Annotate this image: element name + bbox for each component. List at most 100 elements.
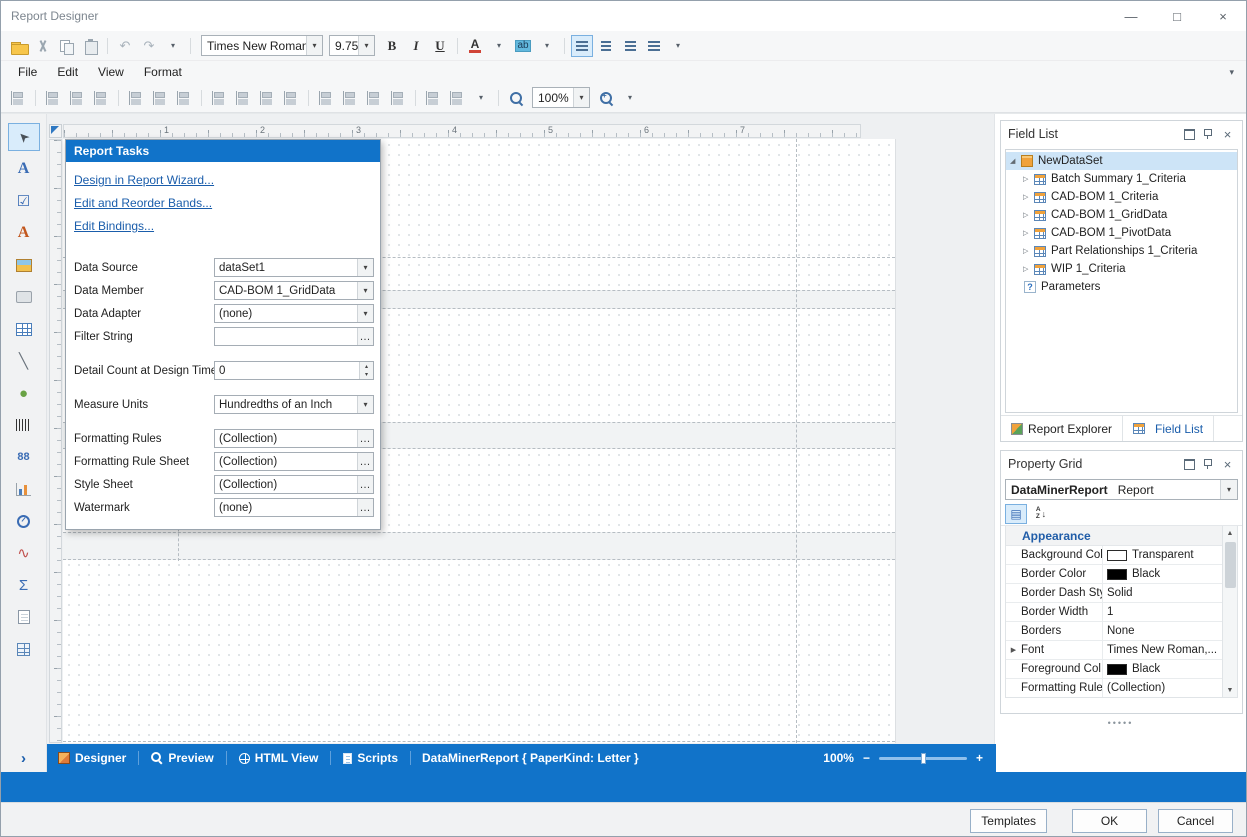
zoom-in-button[interactable]: +	[976, 751, 983, 765]
bring-to-front-button[interactable]	[422, 87, 444, 109]
tree-collapse-icon[interactable]: ◢	[1010, 157, 1021, 165]
expand-icon[interactable]: ▶	[1006, 646, 1021, 654]
chart-tool[interactable]	[8, 475, 40, 503]
chevron-down-icon[interactable]: ▾	[357, 282, 373, 299]
bold-button[interactable]: B	[381, 35, 403, 57]
spin-up-icon[interactable]: ▴	[360, 362, 373, 371]
link-design-in-report-wizard[interactable]: Design in Report Wizard...	[74, 173, 214, 187]
cancel-button[interactable]: Cancel	[1158, 809, 1233, 833]
shape-tool[interactable]: ●	[8, 379, 40, 407]
snap-to-grid-button[interactable]	[7, 87, 29, 109]
float-window-icon[interactable]	[1182, 457, 1197, 472]
separator[interactable]	[107, 38, 108, 54]
line-tool[interactable]: ╲	[8, 347, 40, 375]
align-dropdown[interactable]: ▾	[667, 35, 689, 57]
redo-dropdown[interactable]: ▾	[162, 35, 184, 57]
open-button[interactable]	[7, 35, 29, 57]
prop-foreground-color[interactable]: ▶ Foreground Col Black	[1006, 660, 1222, 679]
maximize-button[interactable]: □	[1154, 1, 1200, 31]
highlight-button[interactable]: ab	[512, 35, 534, 57]
link-edit-bindings[interactable]: Edit Bindings...	[74, 219, 154, 233]
font-color-dropdown[interactable]: ▾	[488, 35, 510, 57]
scroll-down-icon[interactable]: ▼	[1223, 683, 1237, 697]
ellipsis-button[interactable]: …	[357, 430, 373, 447]
categorized-button[interactable]: ▤	[1005, 504, 1027, 524]
same-height-button[interactable]	[256, 87, 278, 109]
vertical-ruler[interactable]	[49, 139, 62, 743]
zoom-button[interactable]	[505, 87, 527, 109]
tab-designer[interactable]: Designer	[49, 744, 135, 772]
checkbox-tool[interactable]: ☑	[8, 187, 40, 215]
chevron-down-icon[interactable]: ▾	[357, 259, 373, 276]
undo-button[interactable]: ↶	[114, 35, 136, 57]
link-edit-and-reorder-bands[interactable]: Edit and Reorder Bands...	[74, 196, 212, 210]
size-to-grid-button[interactable]	[232, 87, 254, 109]
remove-horizontal-spacing-button[interactable]	[387, 87, 409, 109]
prop-borders[interactable]: ▶ Borders None	[1006, 622, 1222, 641]
richtext-tool[interactable]: A	[8, 219, 40, 247]
ok-button[interactable]: OK	[1072, 809, 1147, 833]
table-tool[interactable]	[8, 315, 40, 343]
chevron-down-icon[interactable]: ▾	[357, 396, 373, 413]
panel-resize-gripper[interactable]: •••••	[995, 718, 1246, 728]
separator[interactable]	[498, 90, 499, 106]
menu-view[interactable]: View	[89, 63, 133, 81]
templates-button[interactable]: Templates	[970, 809, 1047, 833]
field-node-batch-summary[interactable]: ▷ Batch Summary 1_Criteria	[1006, 170, 1237, 188]
collapse-strip[interactable]: ›	[1, 744, 47, 772]
zoom-combo[interactable]: 100% ▾	[532, 87, 590, 108]
field-node-part-relationships[interactable]: ▷ Part Relationships 1_Criteria	[1006, 242, 1237, 260]
tab-report-explorer[interactable]: Report Explorer	[1001, 416, 1123, 441]
increase-horizontal-spacing-button[interactable]	[339, 87, 361, 109]
tree-expand-icon[interactable]: ▷	[1023, 247, 1034, 255]
scroll-up-icon[interactable]: ▲	[1223, 526, 1237, 540]
prop-border-dash-style[interactable]: ▶ Border Dash Sty Solid	[1006, 584, 1222, 603]
copy-button[interactable]	[55, 35, 77, 57]
field-node-newdataset[interactable]: ◢ NewDataSet	[1006, 152, 1237, 170]
sparkline-tool[interactable]: ∿	[8, 539, 40, 567]
field-control[interactable]: dataSet1 ▾ … ▴▾	[214, 258, 374, 277]
separator[interactable]	[415, 90, 416, 106]
tab-scripts[interactable]: Scripts	[334, 744, 407, 772]
ellipsis-button[interactable]: …	[357, 476, 373, 493]
tree-expand-icon[interactable]: ▷	[1023, 265, 1034, 273]
field-control[interactable]: 0 ▾ … ▴▾	[214, 361, 374, 380]
separator[interactable]	[410, 751, 411, 765]
toolbar-overflow-chevron[interactable]: ▾	[1229, 67, 1238, 78]
close-icon[interactable]: ×	[1220, 127, 1235, 142]
align-middles-button[interactable]	[149, 87, 171, 109]
field-control[interactable]: (Collection) ▾ … ▴▾	[214, 475, 374, 494]
redo-button[interactable]: ↷	[138, 35, 160, 57]
menu-edit[interactable]: Edit	[48, 63, 87, 81]
equal-horizontal-spacing-button[interactable]	[315, 87, 337, 109]
separator[interactable]	[190, 38, 191, 54]
picturebox-tool[interactable]	[8, 251, 40, 279]
paste-button[interactable]	[79, 35, 101, 57]
chevron-down-icon[interactable]: ▾	[573, 88, 589, 107]
prop-font[interactable]: ▶ Font Times New Roman,...	[1006, 641, 1222, 660]
horizontal-ruler[interactable]: 1234567	[63, 124, 861, 138]
field-control[interactable]: (none) ▾ … ▴▾	[214, 304, 374, 323]
align-tops-button[interactable]	[125, 87, 147, 109]
underline-button[interactable]: U	[429, 35, 451, 57]
field-node-cad-bom-criteria[interactable]: ▷ CAD-BOM 1_Criteria	[1006, 188, 1237, 206]
separator[interactable]	[138, 751, 139, 765]
prop-border-color[interactable]: ▶ Border Color Black	[1006, 565, 1222, 584]
separator[interactable]	[226, 751, 227, 765]
menu-format[interactable]: Format	[135, 63, 191, 81]
pageinfo-tool[interactable]	[8, 635, 40, 663]
field-control[interactable]: CAD-BOM 1_GridData ▾ … ▴▾	[214, 281, 374, 300]
ellipsis-button[interactable]: …	[357, 499, 373, 516]
ellipsis-button[interactable]: …	[357, 328, 373, 345]
chevron-down-icon[interactable]: ▾	[306, 36, 322, 55]
close-icon[interactable]: ×	[1220, 457, 1235, 472]
align-rights-button[interactable]	[90, 87, 112, 109]
subreport-tool[interactable]	[8, 603, 40, 631]
align-bottoms-button[interactable]	[173, 87, 195, 109]
field-node-cad-bom-pivotdata[interactable]: ▷ CAD-BOM 1_PivotData	[1006, 224, 1237, 242]
zoom-slider-thumb[interactable]	[921, 753, 926, 764]
chevron-down-icon[interactable]: ▾	[358, 36, 374, 55]
tab-html-view[interactable]: HTML View	[230, 744, 328, 772]
separator[interactable]	[201, 90, 202, 106]
field-control[interactable]: Hundredths of an Inch ▾ … ▴▾	[214, 395, 374, 414]
